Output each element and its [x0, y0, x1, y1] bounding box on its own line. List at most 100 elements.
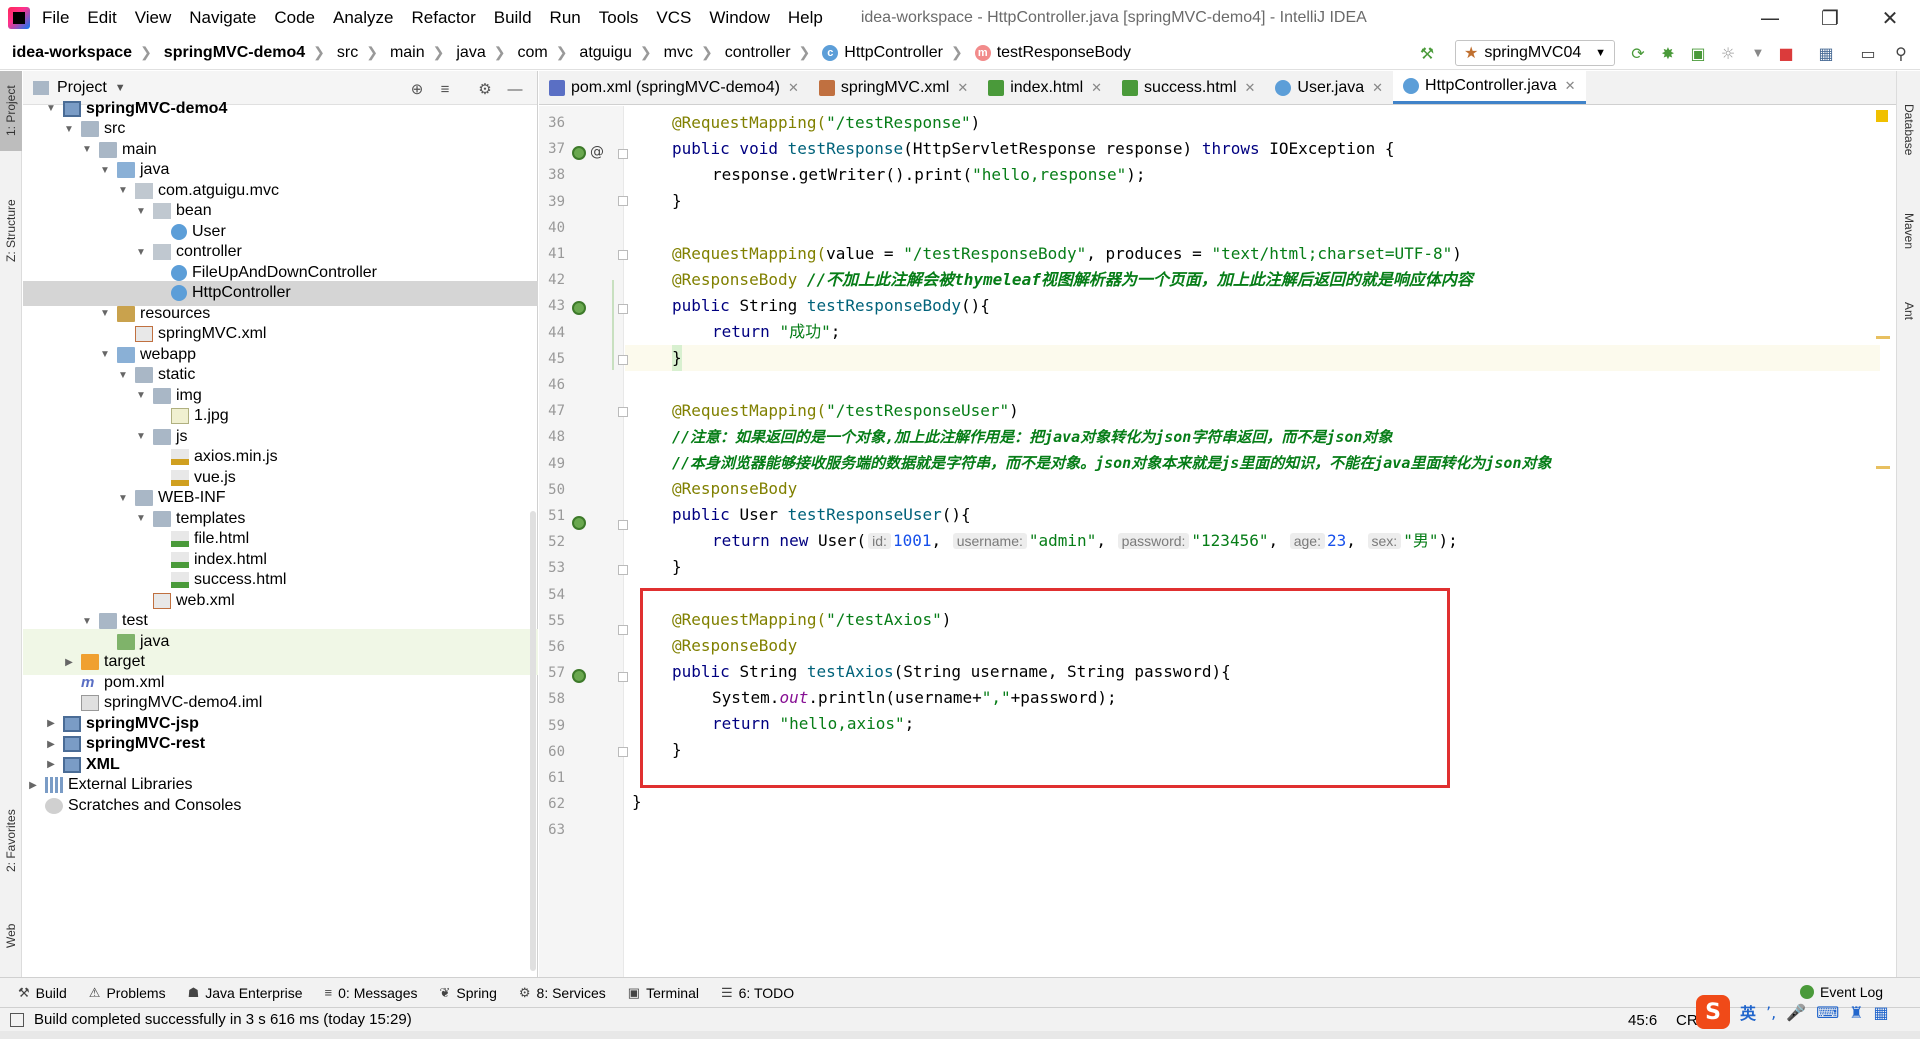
fold-marker-icon[interactable]	[618, 625, 628, 635]
menu-view[interactable]: View	[135, 8, 172, 28]
editor-tab[interactable]: HttpController.java ✕	[1393, 71, 1586, 104]
breadcrumb-main[interactable]: main ❯	[378, 44, 444, 62]
editor-tab[interactable]: pom.xml (springMVC-demo4) ✕	[539, 71, 809, 104]
tool-tab-maven[interactable]: Maven	[1897, 191, 1920, 271]
expand-arrow-icon[interactable]: ▼	[97, 308, 113, 319]
project-view-select[interactable]: Project ▼	[33, 79, 126, 97]
expand-arrow-icon[interactable]: ▼	[79, 616, 95, 627]
tool-window-button[interactable]: ❦ Spring	[440, 985, 497, 1001]
menu-window[interactable]: Window	[709, 8, 769, 28]
tool-tab-favorites[interactable]: 2: Favorites	[0, 791, 22, 891]
menu-tools[interactable]: Tools	[599, 8, 639, 28]
tool-tab-project[interactable]: 1: Project	[0, 71, 22, 151]
toolbox-icon[interactable]: ▦	[1874, 1003, 1889, 1022]
inspection-warning-icon[interactable]	[1876, 110, 1888, 122]
tool-window-button[interactable]: ▣ Terminal	[628, 985, 699, 1001]
expand-arrow-icon[interactable]: ▼	[133, 513, 149, 524]
fold-marker-icon[interactable]	[618, 520, 628, 530]
expand-arrow-icon[interactable]: ▼	[115, 370, 131, 381]
fold-marker-icon[interactable]	[618, 565, 628, 575]
menu-refactor[interactable]: Refactor	[411, 8, 475, 28]
collapse-arrow-icon[interactable]: ▶	[61, 657, 77, 668]
breadcrumb-module[interactable]: springMVC-demo4 ❯	[152, 44, 325, 62]
collapse-arrow-icon[interactable]: ▶	[43, 739, 59, 750]
editor-tab[interactable]: index.html ✕	[978, 71, 1112, 104]
breadcrumb-atguigu[interactable]: atguigu ❯	[567, 44, 651, 62]
run-configuration-select[interactable]: ★ springMVC04 ▼	[1455, 40, 1615, 66]
fold-marker-icon[interactable]	[618, 672, 628, 682]
tool-window-button[interactable]: ⚙ 8: Services	[519, 985, 606, 1001]
menu-vcs[interactable]: VCS	[656, 8, 691, 28]
expand-arrow-icon[interactable]: ▼	[115, 493, 131, 504]
coverage-icon[interactable]: ▣	[1687, 42, 1709, 64]
close-tab-icon[interactable]: ✕	[1372, 80, 1383, 96]
profile-dropdown-icon[interactable]: ▼	[1747, 42, 1769, 64]
breadcrumb-controller[interactable]: controller ❯	[713, 44, 811, 62]
search-icon[interactable]: ⚲	[1890, 42, 1912, 64]
spring-bean-icon[interactable]	[572, 669, 586, 683]
expand-arrow-icon[interactable]: ▼	[133, 206, 149, 217]
maximize-button[interactable]: ❐	[1800, 0, 1860, 36]
expand-arrow-icon[interactable]: ▼	[79, 144, 95, 155]
status-message[interactable]: Build completed successfully in 3 s 616 …	[10, 1011, 412, 1028]
spring-bean-icon[interactable]	[572, 516, 586, 530]
fold-marker-icon[interactable]	[618, 747, 628, 757]
breadcrumb-src[interactable]: src ❯	[325, 44, 378, 62]
spring-bean-icon[interactable]	[572, 301, 586, 315]
at-annotation-icon[interactable]: @	[590, 144, 604, 160]
menu-run[interactable]: Run	[550, 8, 581, 28]
ime-language[interactable]: 英	[1740, 1000, 1756, 1024]
close-tab-icon[interactable]: ✕	[1245, 80, 1256, 96]
tool-window-button[interactable]: ☰ 6: TODO	[721, 985, 794, 1001]
expand-arrow-icon[interactable]: ▼	[43, 103, 59, 114]
fold-marker-icon[interactable]	[618, 304, 628, 314]
collapse-arrow-icon[interactable]: ▶	[43, 718, 59, 729]
rerun-icon[interactable]: ⟳	[1627, 42, 1649, 64]
fold-marker-icon[interactable]	[618, 250, 628, 260]
close-tab-icon[interactable]: ✕	[788, 80, 799, 96]
editor-scrollbar[interactable]	[1880, 106, 1896, 977]
tool-tab-structure[interactable]: Z: Structure	[0, 181, 22, 281]
keyboard-icon[interactable]: ⌨	[1816, 1003, 1839, 1022]
tree-node[interactable]: Scratches and Consoles	[23, 793, 538, 818]
build-hammer-icon[interactable]: ⚒	[1416, 42, 1438, 64]
tool-window-button[interactable]: ≡ 0: Messages	[325, 985, 418, 1001]
menu-analyze[interactable]: Analyze	[333, 8, 393, 28]
sogou-ime-icon[interactable]: S	[1696, 995, 1730, 1029]
layout-icon[interactable]: ▭	[1857, 42, 1879, 64]
caret-position[interactable]: 45:6	[1628, 1012, 1657, 1029]
menu-file[interactable]: File	[42, 8, 69, 28]
fold-marker-icon[interactable]	[618, 149, 628, 159]
expand-arrow-icon[interactable]: ▼	[61, 124, 77, 135]
tool-tab-database[interactable]: Database	[1897, 85, 1920, 175]
editor-tab[interactable]: success.html ✕	[1112, 71, 1265, 104]
expand-arrow-icon[interactable]: ▼	[133, 247, 149, 258]
breadcrumb-workspace[interactable]: idea-workspace ❯	[0, 44, 152, 62]
breadcrumb-java[interactable]: java ❯	[444, 44, 505, 62]
close-tab-icon[interactable]: ✕	[957, 80, 968, 96]
microphone-icon[interactable]: 🎤	[1786, 1003, 1806, 1022]
fold-marker-icon[interactable]	[618, 407, 628, 417]
collapse-arrow-icon[interactable]: ▶	[25, 780, 41, 791]
breadcrumb-method[interactable]: m testResponseBody	[963, 44, 1131, 62]
close-tab-icon[interactable]: ✕	[1091, 80, 1102, 96]
menu-navigate[interactable]: Navigate	[189, 8, 256, 28]
close-tab-icon[interactable]: ✕	[1565, 78, 1576, 94]
expand-arrow-icon[interactable]: ▼	[133, 390, 149, 401]
menu-help[interactable]: Help	[788, 8, 823, 28]
tool-window-button[interactable]: ⚒ Build	[18, 985, 67, 1001]
debug-icon[interactable]: ✸	[1657, 42, 1679, 64]
tool-window-button[interactable]: ⚠ Problems	[89, 985, 166, 1001]
expand-arrow-icon[interactable]: ▼	[97, 349, 113, 360]
tool-tab-web[interactable]: Web	[0, 911, 22, 961]
breadcrumb-mvc[interactable]: mvc ❯	[652, 44, 713, 62]
spring-bean-icon[interactable]	[572, 146, 586, 160]
expand-arrow-icon[interactable]: ▼	[115, 185, 131, 196]
tool-tab-ant[interactable]: Ant	[1897, 281, 1920, 341]
tool-window-button[interactable]: ☗ Java Enterprise	[188, 985, 303, 1001]
expand-arrow-icon[interactable]: ▼	[133, 431, 149, 442]
collapse-arrow-icon[interactable]: ▶	[43, 759, 59, 770]
menu-edit[interactable]: Edit	[87, 8, 116, 28]
stop-icon[interactable]: ■	[1775, 42, 1797, 64]
scroll-marker[interactable]	[1876, 466, 1890, 469]
